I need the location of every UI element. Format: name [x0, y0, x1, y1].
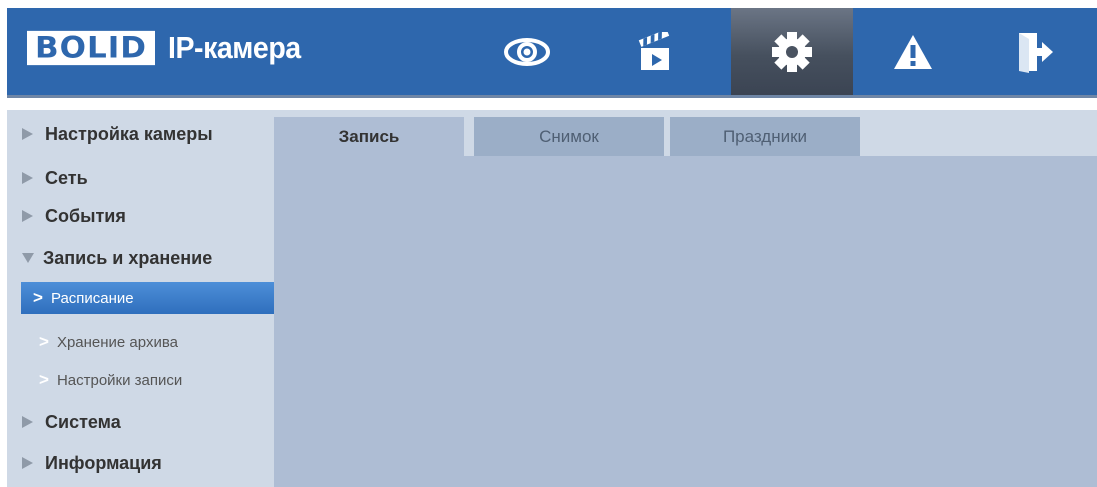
sidebar-item-network[interactable]: Сеть — [22, 161, 88, 195]
sidebar-item-camera-settings[interactable]: Настройка камеры — [22, 117, 213, 151]
collapsed-arrow-icon — [22, 210, 33, 222]
tab-holidays[interactable]: Праздники — [670, 117, 860, 156]
sidebar-item-system[interactable]: Система — [22, 405, 121, 439]
logo: BOLID IP-камера — [25, 25, 312, 71]
logout-icon — [1019, 32, 1053, 73]
tab-snapshot[interactable]: Снимок — [474, 117, 664, 156]
tab-record[interactable]: Запись — [274, 117, 464, 156]
logo-title: IP-камера — [168, 30, 301, 65]
sidebar-item-record-storage[interactable]: Запись и хранение — [22, 241, 212, 275]
collapsed-arrow-icon — [22, 172, 33, 184]
top-bar-divider — [7, 95, 1097, 98]
collapsed-arrow-icon — [22, 416, 33, 428]
sidebar-item-info[interactable]: Информация — [22, 446, 162, 480]
live-view-button[interactable] — [472, 8, 582, 95]
sidebar-subitem-archive-storage[interactable]: > Хранение архива — [21, 326, 274, 358]
chevron-right-icon: > — [33, 288, 43, 307]
chevron-right-icon: > — [39, 332, 49, 351]
eye-icon — [504, 37, 550, 66]
content-panel — [274, 156, 1097, 487]
warning-icon — [894, 34, 932, 69]
sidebar-subitem-schedule[interactable]: > Расписание — [21, 282, 274, 314]
expanded-arrow-icon — [22, 253, 34, 263]
gear-icon — [772, 31, 812, 72]
collapsed-arrow-icon — [22, 128, 33, 140]
collapsed-arrow-icon — [22, 457, 33, 469]
sidebar-subitem-record-settings[interactable]: > Настройки записи — [21, 364, 274, 396]
alarm-button[interactable] — [858, 8, 968, 95]
chevron-right-icon: > — [39, 370, 49, 389]
playback-button[interactable] — [600, 8, 710, 95]
logo-brand: BOLID — [25, 29, 158, 67]
settings-button[interactable] — [731, 8, 853, 95]
logout-button[interactable] — [980, 8, 1090, 95]
sidebar-item-events[interactable]: События — [22, 199, 126, 233]
clapperboard-icon — [638, 31, 670, 70]
